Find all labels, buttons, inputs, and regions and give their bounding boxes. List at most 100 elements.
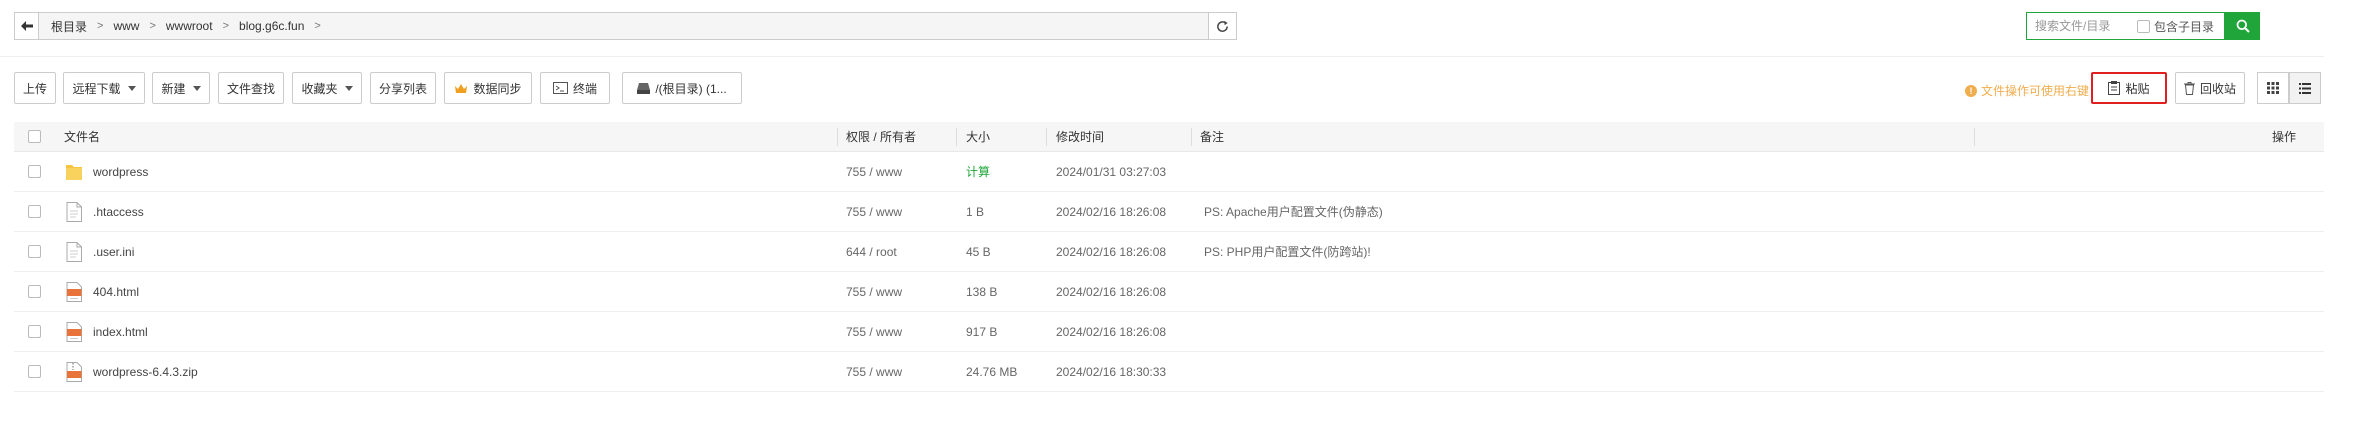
chevron-right-icon: >: [222, 20, 230, 32]
refresh-button[interactable]: [1208, 13, 1236, 39]
crown-icon: [455, 83, 468, 93]
data-sync-button[interactable]: 数据同步: [444, 72, 532, 104]
table-row[interactable]: .htaccess 755 / www 1 B 2024/02/16 18:26:08…: [14, 192, 2324, 232]
favorites-label: 收藏夹: [301, 81, 338, 96]
row-checkbox[interactable]: [28, 325, 41, 338]
column-divider: [1046, 128, 1047, 146]
file-permission[interactable]: 755 / www: [846, 272, 902, 312]
file-permission[interactable]: 755 / www: [846, 152, 902, 192]
chevron-right-icon: >: [314, 20, 321, 32]
file-permission[interactable]: 755 / www: [846, 352, 902, 392]
favorites-button[interactable]: 收藏夹: [292, 72, 362, 104]
grid-icon: [2267, 82, 2279, 94]
file-icon: [66, 202, 82, 222]
address-bar: 根目录 > www > wwwroot > blog.g6c.fun >: [14, 12, 1237, 40]
arrow-left-icon: [20, 21, 33, 31]
row-checkbox[interactable]: [28, 365, 41, 378]
html-file-icon: [66, 322, 82, 342]
table-row[interactable]: index.html 755 / www 917 B 2024/02/16 18:26…: [14, 312, 2324, 352]
row-checkbox[interactable]: [28, 285, 41, 298]
table-row[interactable]: .user.ini 644 / root 45 B 2024/02/16 18:26:…: [14, 232, 2324, 272]
file-permission[interactable]: 755 / www: [846, 192, 902, 232]
remote-download-label: 远程下载: [72, 81, 121, 96]
file-name[interactable]: .htaccess: [93, 192, 144, 232]
table-row[interactable]: wordpress-6.4.3.zip 755 / www 24.76 MB 2024…: [14, 352, 2324, 392]
column-header-name[interactable]: 文件名: [64, 122, 100, 152]
row-checkbox[interactable]: [28, 205, 41, 218]
paste-label: 粘贴: [2125, 81, 2150, 96]
right-click-hint: ! 文件操作可使用右键: [1965, 82, 2090, 99]
file-permission[interactable]: 644 / root: [846, 232, 897, 272]
include-subdir-toggle[interactable]: 包含子目录: [2137, 18, 2214, 35]
row-checkbox[interactable]: [28, 245, 41, 258]
disk-label: /(根目录) (1...: [655, 81, 727, 96]
file-name[interactable]: wordpress: [93, 152, 148, 192]
file-name[interactable]: index.html: [93, 312, 148, 352]
column-divider: [837, 128, 838, 146]
file-table-header: 文件名 权限 / 所有者 大小 修改时间 备注 操作: [14, 122, 2324, 152]
file-name[interactable]: wordpress-6.4.3.zip: [93, 352, 198, 392]
back-button[interactable]: [15, 13, 39, 39]
file-size: 24.76 MB: [966, 365, 1018, 379]
table-row[interactable]: wordpress 755 / www 计算 2024/01/31 03:27:03: [14, 152, 2324, 192]
file-name[interactable]: .user.ini: [93, 232, 134, 272]
breadcrumb-item-site[interactable]: blog.g6c.fun: [235, 19, 308, 33]
caret-down-icon: [192, 85, 201, 91]
file-mtime: 2024/02/16 18:26:08: [1056, 325, 1167, 339]
file-size: 138 B: [966, 285, 998, 299]
include-subdir-checkbox[interactable]: [2137, 19, 2150, 33]
table-row[interactable]: 404.html 755 / www 138 B 2024/02/16 18:26:0…: [14, 272, 2324, 312]
file-icon: [66, 242, 82, 262]
file-mtime: 2024/02/16 18:26:08: [1056, 205, 1167, 219]
file-remark[interactable]: PS: Apache用户配置文件(伪静态): [1204, 192, 1383, 232]
search-box: 包含子目录: [2026, 12, 2225, 40]
file-permission[interactable]: 755 / www: [846, 312, 902, 352]
paste-button[interactable]: 粘贴: [2091, 72, 2167, 104]
new-label: 新建: [161, 81, 186, 96]
breadcrumb-item-root[interactable]: 根目录: [47, 18, 91, 35]
file-mtime: 2024/02/16 18:26:08: [1056, 285, 1167, 299]
upload-button[interactable]: 上传: [14, 72, 56, 104]
search-button[interactable]: [2225, 12, 2260, 40]
list-view-button[interactable]: [2289, 72, 2321, 104]
terminal-button[interactable]: 终端: [540, 72, 610, 104]
search-input[interactable]: [2027, 19, 2133, 33]
column-header-size[interactable]: 大小: [966, 122, 990, 152]
file-size: 45 B: [966, 245, 991, 259]
file-search-button[interactable]: 文件查找: [218, 72, 284, 104]
file-remark[interactable]: PS: PHP用户配置文件(防跨站)!: [1204, 232, 1371, 272]
chevron-right-icon: >: [97, 20, 104, 32]
file-mtime: 2024/01/31 03:27:03: [1056, 165, 1167, 179]
breadcrumb-item-wwwroot[interactable]: wwwroot: [162, 19, 217, 33]
file-size[interactable]: 计算: [966, 152, 990, 192]
share-list-label: 分享列表: [379, 81, 428, 96]
info-icon: !: [1965, 84, 1977, 97]
html-file-icon: [66, 282, 82, 302]
select-all-checkbox[interactable]: [28, 130, 41, 143]
share-list-button[interactable]: 分享列表: [370, 72, 436, 104]
recycle-bin-button[interactable]: 回收站: [2175, 72, 2245, 104]
disk-button[interactable]: /(根目录) (1...: [622, 72, 742, 104]
clipboard-icon: [2108, 81, 2121, 95]
trash-icon: [2184, 81, 2195, 95]
column-header-mtime[interactable]: 修改时间: [1056, 122, 1104, 152]
grid-view-button[interactable]: [2257, 72, 2289, 104]
terminal-label: 终端: [572, 81, 597, 96]
upload-label: 上传: [23, 81, 48, 96]
disk-icon: [637, 82, 651, 94]
new-button[interactable]: 新建: [152, 72, 210, 104]
list-icon: [2299, 82, 2311, 94]
column-divider: [956, 128, 957, 146]
hint-text: 文件操作可使用右键: [1981, 84, 2090, 98]
remote-download-button[interactable]: 远程下载: [63, 72, 145, 104]
caret-down-icon: [127, 85, 136, 91]
breadcrumb-item-www[interactable]: www: [109, 19, 143, 33]
recycle-bin-label: 回收站: [2199, 81, 2236, 96]
row-checkbox[interactable]: [28, 165, 41, 178]
file-size: 917 B: [966, 325, 998, 339]
column-divider: [1191, 128, 1192, 146]
file-name[interactable]: 404.html: [93, 272, 139, 312]
data-sync-label: 数据同步: [473, 81, 522, 96]
column-header-permission[interactable]: 权限 / 所有者: [846, 122, 916, 152]
caret-down-icon: [344, 85, 353, 91]
